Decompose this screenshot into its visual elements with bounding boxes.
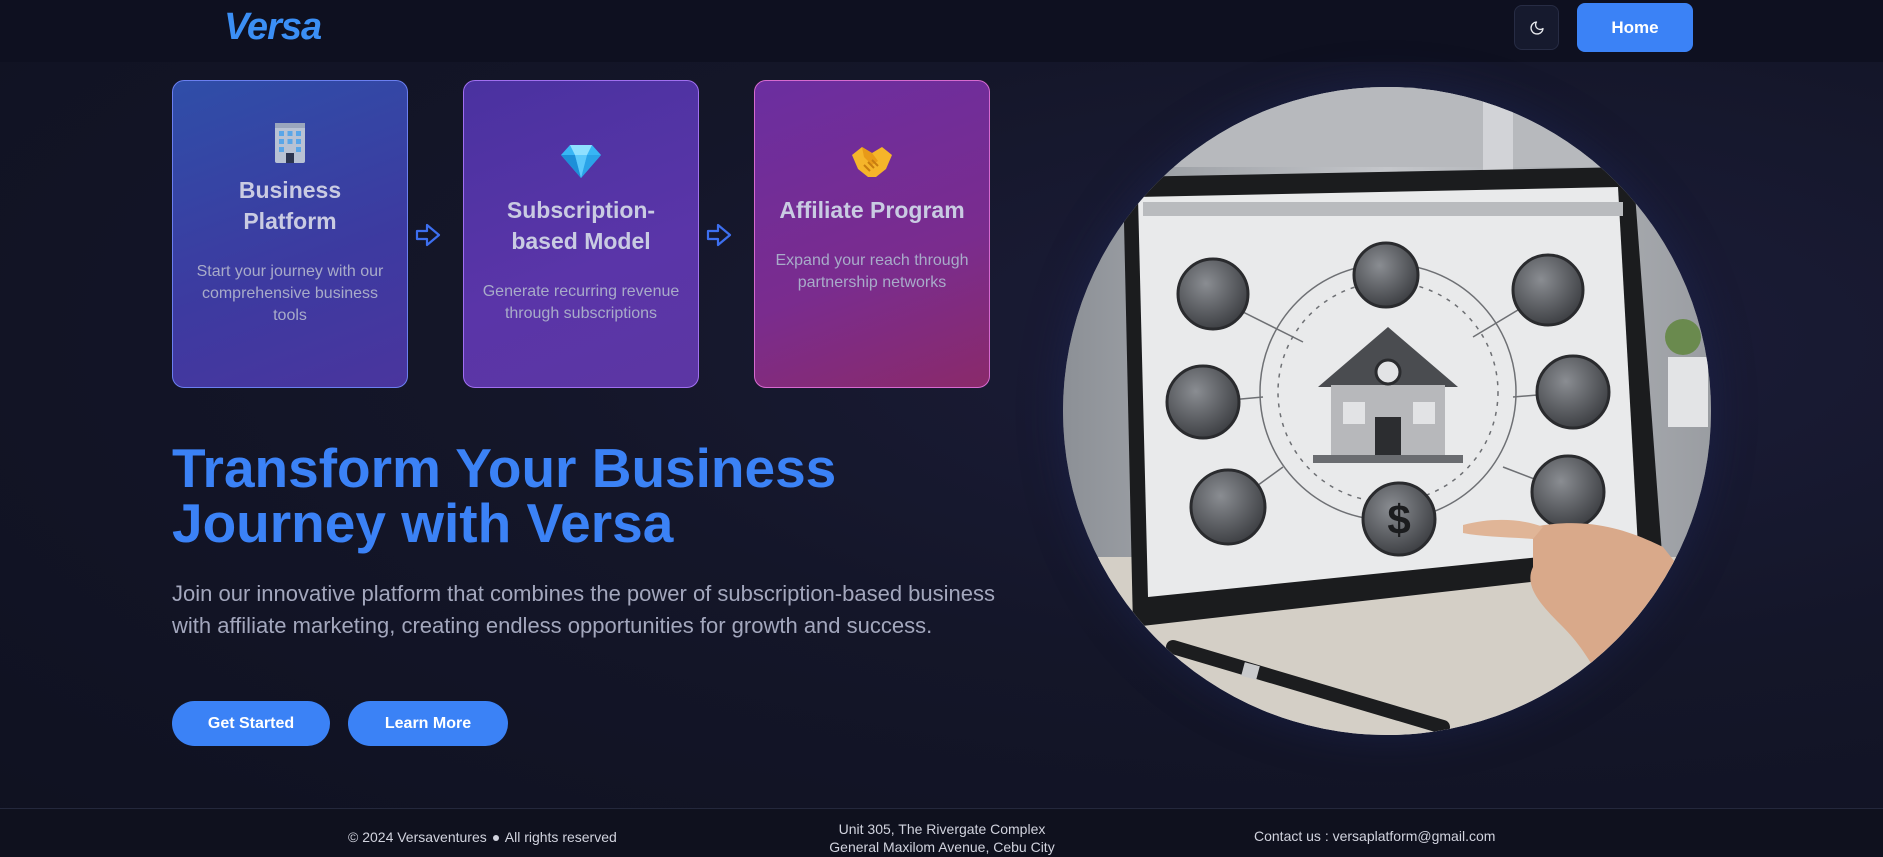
header: Versa Home	[0, 0, 1883, 62]
hero-image: $	[1063, 87, 1711, 735]
card-subscription-model: Subscription-based Model Generate recurr…	[463, 80, 699, 388]
card-description: Start your journey with our comprehensiv…	[196, 263, 384, 324]
card-description: Generate recurring revenue through subsc…	[482, 283, 680, 322]
copyright: © 2024 Versaventures All rights reserved	[348, 829, 617, 845]
hero-title: Transform Your Business Journey with Ver…	[172, 441, 1072, 551]
address-line: General Maxilom Avenue, Cebu City	[829, 839, 1055, 855]
card-title: Affiliate Program	[779, 197, 965, 223]
learn-more-button[interactable]: Learn More	[348, 701, 508, 746]
moon-icon	[1529, 20, 1544, 35]
card-title: Subscription-based Model	[506, 197, 656, 254]
card-business-platform: Business Platform Start your journey wit…	[172, 80, 408, 388]
card-description: Expand your reach through partnership ne…	[775, 252, 969, 291]
card-affiliate-program: Affiliate Program Expand your reach thro…	[754, 80, 990, 388]
address: Unit 305, The Rivergate Complex General …	[790, 820, 1094, 856]
contact-email[interactable]: Contact us : versaplatform@gmail.com	[1254, 828, 1495, 844]
copyright-text: © 2024 Versaventures	[348, 829, 487, 845]
separator-dot-icon	[492, 835, 499, 842]
arrow-right-icon	[415, 223, 441, 247]
rights-text: All rights reserved	[504, 829, 617, 845]
hero-title-line: Journey with Versa	[172, 492, 674, 554]
get-started-button[interactable]: Get Started	[172, 701, 330, 746]
handshake-icon	[773, 137, 971, 185]
hero-title-line: Transform Your Business	[172, 437, 837, 499]
address-line: Unit 305, The Rivergate Complex	[838, 821, 1046, 837]
logo[interactable]: Versa	[224, 6, 322, 49]
diamond-icon	[482, 137, 680, 185]
arrow-right-icon	[706, 223, 732, 247]
theme-toggle-button[interactable]	[1514, 5, 1559, 50]
home-button[interactable]: Home	[1577, 3, 1693, 52]
hero-description: Join our innovative platform that combin…	[172, 581, 996, 638]
svg-text:$: $	[1387, 496, 1410, 543]
footer: © 2024 Versaventures All rights reserved …	[0, 808, 1883, 857]
office-building-icon	[191, 117, 389, 165]
card-title: Business Platform	[238, 177, 342, 234]
